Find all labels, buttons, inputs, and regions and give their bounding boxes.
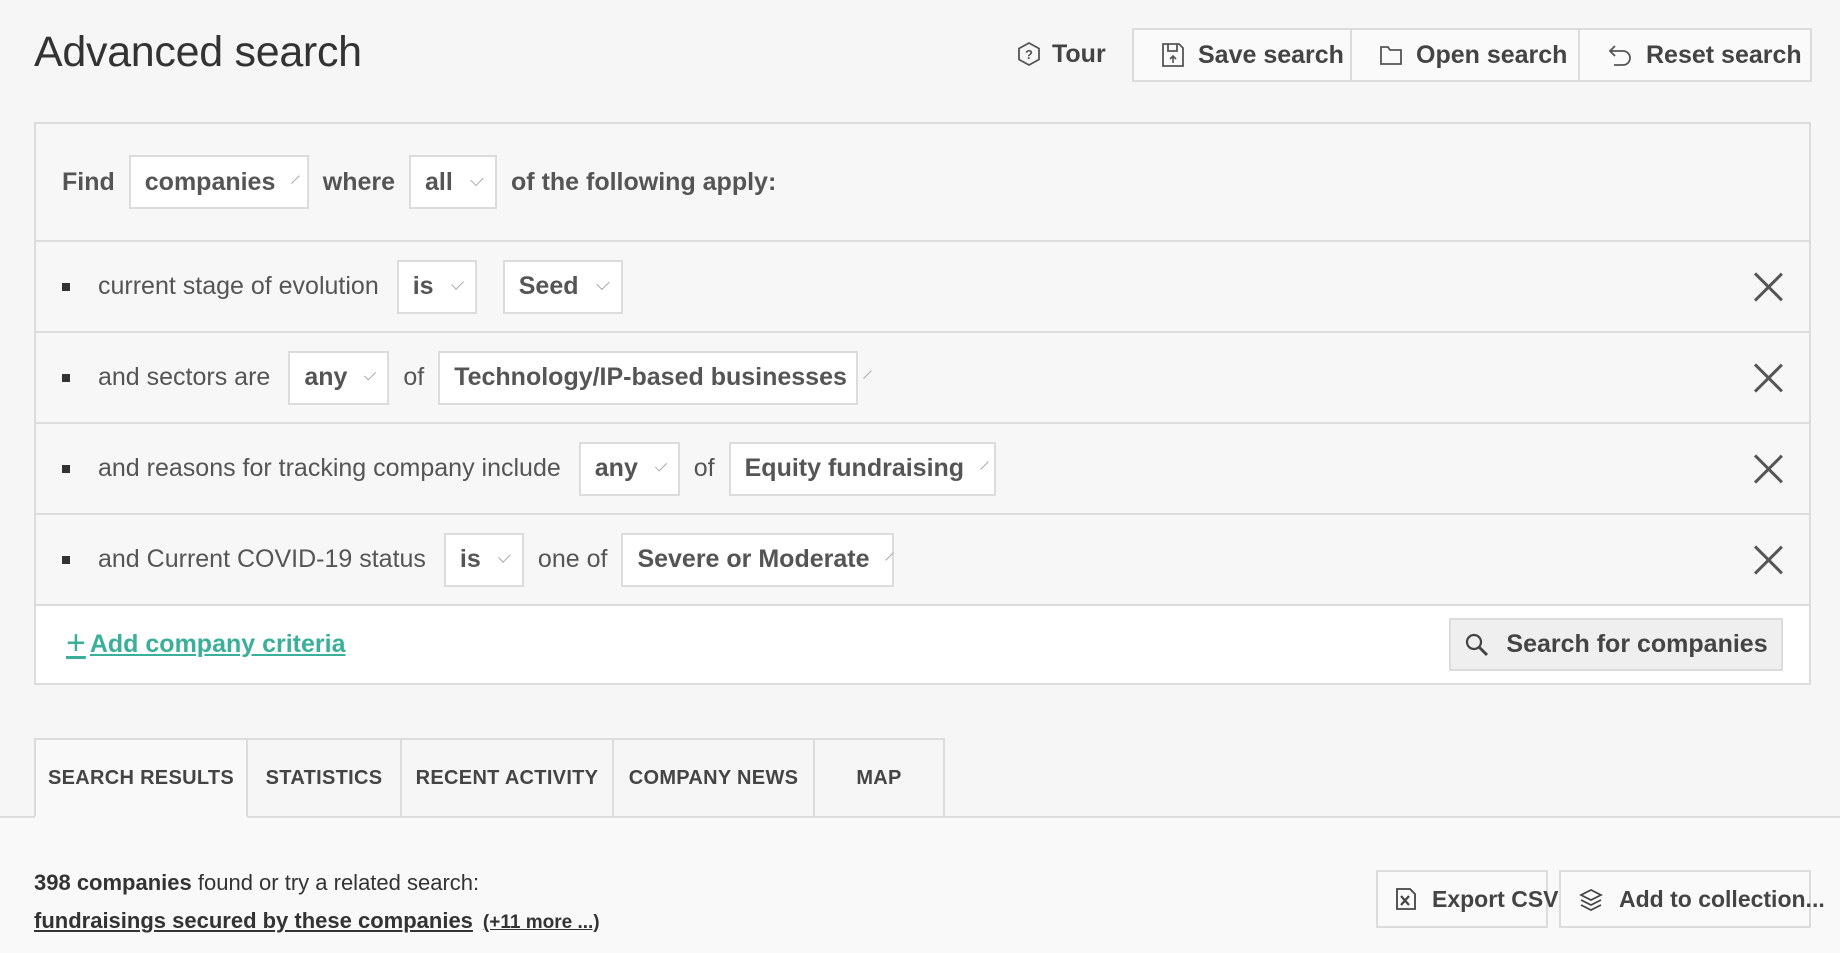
bullet-icon bbox=[62, 555, 70, 564]
criteria-label: and sectors are bbox=[98, 363, 271, 391]
find-row: Find companies where all of the followin… bbox=[36, 124, 1809, 242]
search-toolbar: Save search Open search Reset search bbox=[1132, 28, 1812, 82]
value-text: Equity fundraising bbox=[744, 454, 965, 482]
connector-label: of bbox=[403, 363, 425, 391]
chevron-down-icon bbox=[364, 368, 377, 381]
criteria-label: and Current COVID-19 status bbox=[98, 545, 426, 573]
reset-search-label: Reset search bbox=[1646, 40, 1802, 69]
criteria-row: and Current COVID-19 status is one of Se… bbox=[36, 515, 1809, 606]
find-label: Find bbox=[62, 167, 115, 196]
close-icon[interactable] bbox=[1753, 545, 1783, 575]
find-suffix: of the following apply: bbox=[511, 167, 777, 196]
tab-recent-activity[interactable]: RECENT ACTIVITY bbox=[402, 738, 614, 818]
related-search: fundraisings secured by these companies … bbox=[34, 908, 600, 934]
add-criteria-label: Add company criteria bbox=[89, 630, 346, 658]
criteria-panel: Find companies where all of the followin… bbox=[34, 122, 1811, 685]
value-text: Technology/IP-based businesses bbox=[454, 363, 847, 391]
save-icon bbox=[1160, 41, 1186, 69]
tab-search-results[interactable]: SEARCH RESULTS bbox=[34, 738, 248, 818]
search-for-companies-button[interactable]: Search for companies bbox=[1449, 618, 1783, 671]
value-select[interactable]: Seed bbox=[502, 259, 623, 314]
criteria-row: and reasons for tracking company include… bbox=[36, 424, 1809, 515]
save-search-button[interactable]: Save search bbox=[1134, 30, 1352, 80]
bullet-icon bbox=[62, 373, 70, 382]
add-company-criteria-link[interactable]: + Add company criteria bbox=[66, 626, 346, 660]
operator-value: is bbox=[412, 272, 434, 300]
search-icon bbox=[1464, 632, 1490, 658]
bullet-icon bbox=[62, 464, 70, 473]
page-title: Advanced search bbox=[34, 28, 362, 76]
chevron-down-icon bbox=[497, 550, 511, 563]
tour-hexagon-icon: ? bbox=[1016, 41, 1042, 67]
where-label: where bbox=[322, 167, 396, 196]
export-csv-label: Export CSV bbox=[1432, 885, 1559, 912]
more-related-link[interactable]: (+11 more ...) bbox=[483, 912, 600, 934]
bullet-icon bbox=[62, 282, 70, 291]
chevron-down-icon bbox=[291, 174, 301, 184]
tab-company-news[interactable]: COMPANY NEWS bbox=[614, 738, 815, 818]
operator-value: any bbox=[594, 454, 638, 482]
results-count: 398 companies bbox=[34, 870, 192, 895]
operator-value: any bbox=[304, 363, 348, 391]
quantifier-select[interactable]: all bbox=[409, 155, 498, 209]
plus-icon: + bbox=[66, 623, 86, 662]
tab-statistics[interactable]: STATISTICS bbox=[248, 738, 402, 818]
tour-button[interactable]: ? Tour bbox=[1016, 34, 1106, 74]
close-icon[interactable] bbox=[1753, 454, 1783, 484]
value-text: Seed bbox=[518, 272, 579, 300]
export-csv-icon bbox=[1394, 886, 1418, 912]
open-search-button[interactable]: Open search bbox=[1352, 30, 1580, 80]
chevron-down-icon bbox=[654, 459, 667, 472]
close-icon[interactable] bbox=[1753, 363, 1783, 393]
add-to-collection-label: Add to collection... bbox=[1619, 885, 1825, 912]
criteria-label: and reasons for tracking company include bbox=[98, 454, 561, 482]
undo-icon bbox=[1606, 42, 1634, 68]
tour-label: Tour bbox=[1052, 39, 1106, 68]
value-text: Severe or Moderate bbox=[637, 545, 870, 573]
related-search-link[interactable]: fundraisings secured by these companies bbox=[34, 908, 473, 934]
connector-label: of bbox=[693, 454, 715, 482]
operator-value: is bbox=[459, 545, 481, 573]
chevron-down-icon bbox=[595, 276, 610, 291]
operator-select[interactable]: is bbox=[443, 532, 524, 587]
chevron-down-icon bbox=[980, 461, 989, 470]
chevron-down-icon bbox=[885, 552, 895, 561]
operator-select[interactable]: any bbox=[288, 350, 390, 405]
value-select[interactable]: Severe or Moderate bbox=[621, 532, 895, 587]
quantifier-value: all bbox=[425, 167, 453, 196]
tab-map[interactable]: MAP bbox=[815, 738, 945, 818]
chevron-down-icon bbox=[450, 277, 464, 290]
value-select[interactable]: Equity fundraising bbox=[728, 441, 996, 496]
criteria-row: and sectors are any of Technology/IP-bas… bbox=[36, 333, 1809, 424]
criteria-label: current stage of evolution bbox=[98, 272, 379, 300]
connector-label: one of bbox=[537, 545, 608, 573]
criteria-row: current stage of evolution is Seed bbox=[36, 242, 1809, 333]
add-to-collection-button[interactable]: Add to collection... bbox=[1559, 870, 1825, 928]
value-select[interactable]: Technology/IP-based businesses bbox=[438, 350, 872, 405]
open-search-label: Open search bbox=[1416, 40, 1568, 69]
close-icon[interactable] bbox=[1753, 272, 1783, 302]
results-summary: 398 companies found or try a related sea… bbox=[34, 870, 479, 896]
entity-value: companies bbox=[144, 167, 276, 196]
folder-icon bbox=[1378, 42, 1404, 68]
export-csv-button[interactable]: Export CSV bbox=[1376, 870, 1559, 928]
operator-select[interactable]: any bbox=[578, 441, 680, 496]
entity-select[interactable]: companies bbox=[128, 155, 309, 209]
criteria-actions: + Add company criteria Search for compan… bbox=[36, 606, 1809, 683]
results-tabs: SEARCH RESULTS STATISTICS RECENT ACTIVIT… bbox=[34, 738, 945, 818]
collection-icon bbox=[1577, 886, 1605, 912]
save-search-label: Save search bbox=[1198, 40, 1344, 69]
chevron-down-icon bbox=[863, 370, 872, 379]
chevron-down-icon bbox=[470, 172, 484, 186]
svg-text:?: ? bbox=[1025, 47, 1033, 62]
results-count-suffix: found or try a related search: bbox=[197, 870, 480, 895]
search-button-label: Search for companies bbox=[1506, 630, 1768, 658]
operator-select[interactable]: is bbox=[396, 259, 477, 314]
reset-search-button[interactable]: Reset search bbox=[1580, 30, 1810, 80]
